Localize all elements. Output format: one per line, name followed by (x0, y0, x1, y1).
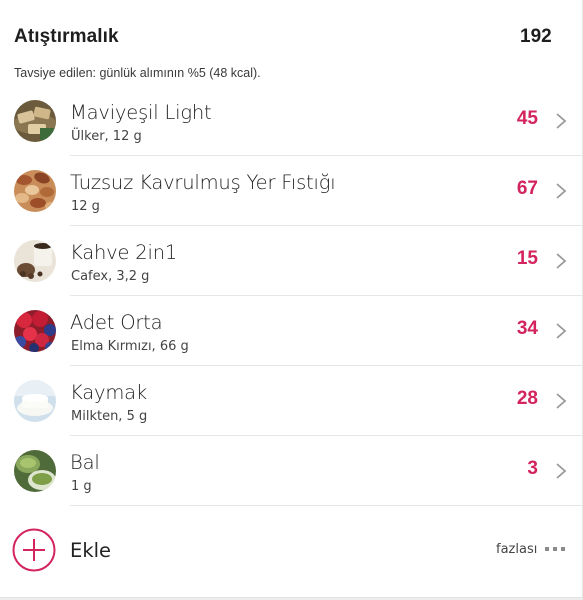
food-row[interactable]: Kahve 2in1 Cafex, 3,2 g 15 (0, 226, 582, 296)
food-name: Bal (70, 451, 100, 474)
food-detail: Milkten, 5 g (71, 409, 148, 424)
section-total-kcal: 192 (520, 26, 552, 47)
food-detail: Elma Kırmızı, 66 g (71, 339, 189, 354)
food-name: Kahve 2in1 (70, 241, 178, 264)
recommendation-text: Tavsiye edilen: günlük alımının %5 (48 k… (14, 66, 261, 80)
food-kcal: 34 (516, 318, 538, 339)
food-kcal: 3 (527, 458, 538, 479)
food-name: Adet Orta (70, 311, 163, 334)
food-kcal: 67 (516, 178, 538, 199)
food-row[interactable]: Tuzsuz Kavrulmuş Yer Fıstığı 12 g 67 (0, 156, 582, 226)
meal-section-card: Atıştırmalık 192 Tavsiye edilen: günlük … (0, 0, 583, 598)
food-detail: Ülker, 12 g (71, 129, 142, 144)
food-detail: Cafex, 3,2 g (71, 269, 150, 284)
section-title: Atıştırmalık (14, 26, 119, 47)
chevron-right-icon[interactable] (554, 111, 568, 131)
add-food-row: Ekle fazlası (0, 515, 582, 587)
chevron-right-icon[interactable] (554, 461, 568, 481)
food-row[interactable]: Adet Orta Elma Kırmızı, 66 g 34 (0, 296, 582, 366)
food-name: Tuzsuz Kavrulmuş Yer Fıstığı (70, 171, 336, 194)
more-dots-icon[interactable] (544, 541, 566, 557)
chevron-right-icon[interactable] (554, 181, 568, 201)
food-kcal: 15 (516, 248, 538, 269)
food-row[interactable]: Kaymak Milkten, 5 g 28 (0, 366, 582, 436)
chevron-right-icon[interactable] (554, 321, 568, 341)
nuts-icon (14, 170, 56, 212)
food-name: Maviyeşil Light (70, 101, 212, 124)
add-plus-icon[interactable] (12, 528, 56, 572)
row-divider (70, 505, 582, 506)
food-kcal: 28 (516, 388, 538, 409)
matcha-icon (14, 450, 56, 492)
crackers-icon (14, 100, 56, 142)
food-detail: 12 g (71, 199, 100, 214)
more-link[interactable]: fazlası (496, 542, 537, 557)
cream-icon (14, 380, 56, 422)
add-button-label[interactable]: Ekle (70, 539, 111, 562)
chevron-right-icon[interactable] (554, 251, 568, 271)
food-row[interactable]: Bal 1 g 3 (0, 436, 582, 506)
food-name: Kaymak (70, 381, 147, 404)
section-header: Atıştırmalık 192 (14, 26, 582, 50)
coffee-icon (14, 240, 56, 282)
food-detail: 1 g (71, 479, 92, 494)
chevron-right-icon[interactable] (554, 391, 568, 411)
food-row[interactable]: Maviyeşil Light Ülker, 12 g 45 (0, 86, 582, 156)
food-kcal: 45 (516, 108, 538, 129)
berries-icon (14, 310, 56, 352)
